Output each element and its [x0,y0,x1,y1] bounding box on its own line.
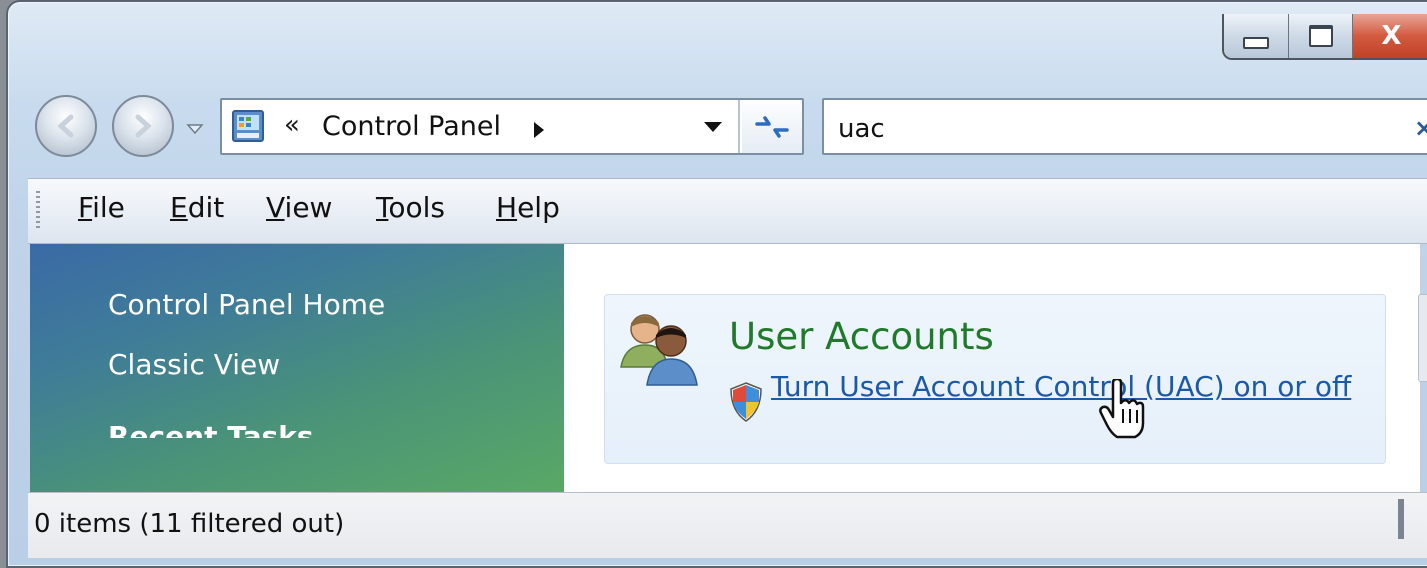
refresh-icon [755,115,789,138]
forward-arrow-icon [135,114,152,138]
menu-grip [36,191,40,231]
menu-edit-accel: E [170,191,188,224]
menu-file[interactable]: File [78,191,125,224]
window-controls: X [1222,14,1427,60]
maximize-button[interactable] [1288,14,1354,58]
user-accounts-icon[interactable] [615,305,701,389]
address-dropdown-icon[interactable] [704,122,722,132]
minimize-icon [1242,37,1269,49]
close-button[interactable]: X [1353,14,1427,58]
status-resize-grip[interactable] [1398,499,1404,539]
search-input[interactable]: uac [838,114,885,144]
recent-tasks-heading: Recent Tasks [108,420,314,438]
address-bar[interactable]: « Control Panel [220,98,804,155]
hand-cursor-icon [1099,379,1145,439]
menu-tools-label: ools [388,191,445,224]
menu-view-label: iew [284,191,333,224]
menu-file-label: ile [92,191,125,224]
status-bar: 0 items (11 filtered out) [28,492,1427,558]
menu-help-accel: H [496,191,518,224]
back-arrow-icon [57,114,74,138]
menu-tools-accel: T [376,191,389,224]
control-panel-icon [232,110,264,142]
menu-help-label: elp [517,191,560,224]
menu-file-accel: F [78,191,93,224]
turn-uac-on-off-link[interactable]: Turn User Account Control (UAC) on or of… [771,367,1371,407]
menu-view-accel: V [266,191,285,224]
refresh-button[interactable] [742,100,802,153]
breadcrumb-arrow-icon[interactable] [534,122,544,138]
breadcrumb-control-panel[interactable]: Control Panel [322,111,501,142]
result-title[interactable]: User Accounts [729,315,994,358]
results-pane: User Accounts Turn User Account Control … [564,244,1420,492]
maximize-icon [1308,25,1333,47]
address-separator [738,100,740,153]
minimize-button[interactable] [1224,14,1289,58]
search-clear-icon[interactable]: × [1414,114,1427,142]
menu-bar: File Edit View Tools Help [28,178,1427,244]
classic-view-link[interactable]: Classic View [108,348,280,381]
recent-pages-dropdown-icon[interactable] [186,120,204,138]
menu-tools[interactable]: Tools [376,191,445,224]
forward-button[interactable] [112,95,174,157]
status-text: 0 items (11 filtered out) [34,509,345,539]
back-button[interactable] [35,95,97,157]
menu-edit[interactable]: Edit [170,191,224,224]
menu-view[interactable]: View [266,191,332,224]
result-card-user-accounts: User Accounts Turn User Account Control … [604,294,1386,464]
close-icon: X [1381,21,1402,51]
results-scrollbar[interactable] [1418,294,1427,382]
menu-help[interactable]: Help [496,191,560,224]
menu-edit-label: dit [187,191,225,224]
tasks-pane: Control Panel Home Classic View Recent T… [30,244,564,492]
control-panel-home-link[interactable]: Control Panel Home [108,288,385,321]
uac-shield-icon [730,382,762,422]
breadcrumb-overflow[interactable]: « [284,110,300,140]
search-box[interactable]: uac × [822,98,1427,155]
